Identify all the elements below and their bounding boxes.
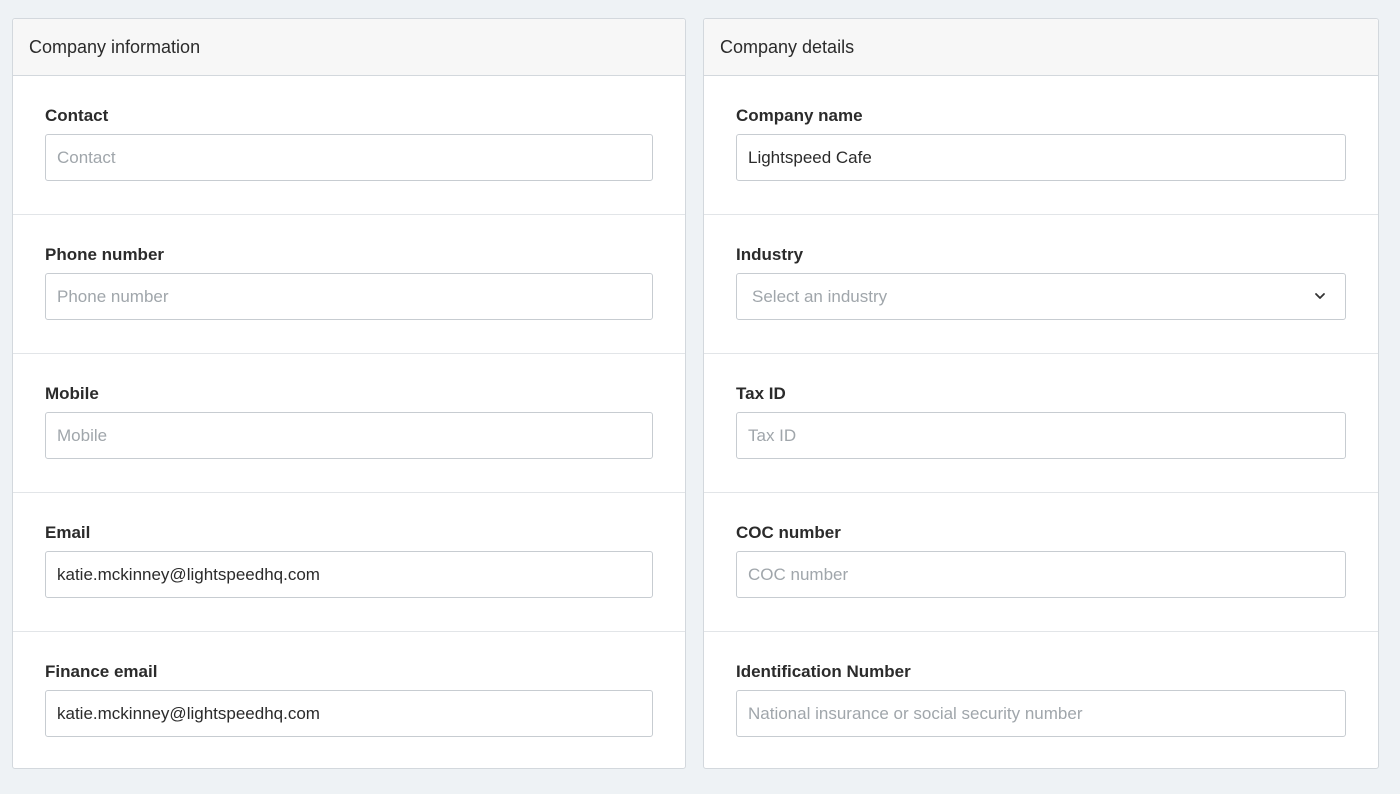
contact-label: Contact [45, 106, 109, 125]
email-field-group: Email [13, 493, 685, 632]
tax-id-label: Tax ID [736, 384, 786, 403]
contact-field-group: Contact [13, 76, 685, 215]
company-details-panel: Company details Company name Industry Se… [703, 18, 1379, 769]
industry-label: Industry [736, 245, 804, 264]
finance-email-label: Finance email [45, 662, 158, 681]
chevron-down-icon [1315, 293, 1325, 299]
phone-number-input[interactable] [45, 273, 653, 320]
contact-input[interactable] [45, 134, 653, 181]
company-name-field-group: Company name [704, 76, 1378, 215]
industry-field-group: Industry Select an industry [704, 215, 1378, 354]
mobile-field-group: Mobile [13, 354, 685, 493]
company-name-label: Company name [736, 106, 863, 125]
email-label: Email [45, 523, 91, 542]
company-information-panel: Company information Contact Phone number… [12, 18, 686, 769]
phone-number-label: Phone number [45, 245, 165, 264]
coc-number-input[interactable] [736, 551, 1346, 598]
identification-number-field-group: Identification Number [704, 632, 1378, 771]
company-name-input[interactable] [736, 134, 1346, 181]
tax-id-field-group: Tax ID [704, 354, 1378, 493]
finance-email-input[interactable] [45, 690, 653, 737]
industry-select[interactable]: Select an industry [736, 273, 1346, 320]
finance-email-field-group: Finance email [13, 632, 685, 771]
coc-number-field-group: COC number [704, 493, 1378, 632]
panel-title: Company details [704, 19, 1378, 76]
identification-number-input[interactable] [736, 690, 1346, 737]
identification-number-label: Identification Number [736, 662, 911, 681]
mobile-input[interactable] [45, 412, 653, 459]
mobile-label: Mobile [45, 384, 99, 403]
coc-number-label: COC number [736, 523, 841, 542]
tax-id-input[interactable] [736, 412, 1346, 459]
phone-number-field-group: Phone number [13, 215, 685, 354]
panel-title: Company information [13, 19, 685, 76]
industry-select-value: Select an industry [752, 286, 888, 306]
email-input[interactable] [45, 551, 653, 598]
